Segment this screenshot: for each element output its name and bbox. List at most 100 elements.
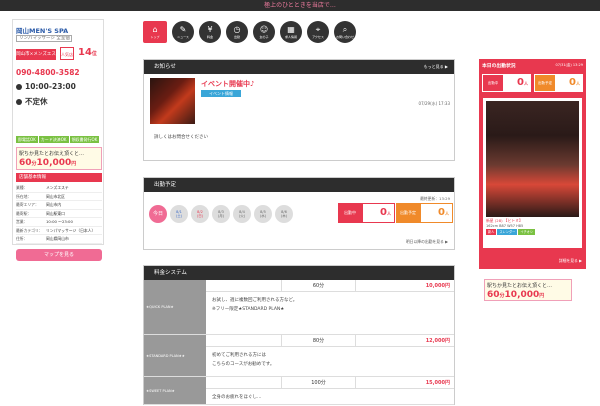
plan-detail: 80分 12,000円 初めてご利用される方にはこちらのコースがお勧めです。 <box>206 335 454 376</box>
girl-tags: 新人 スレンダー イチオシ <box>486 229 579 235</box>
day-label: 今日 <box>152 210 163 217</box>
nav-news[interactable]: ✎ ニュース <box>172 21 194 43</box>
home-icon: ⌂ <box>152 25 158 34</box>
discount-promo[interactable]: 駅ちか見たとお伝え頂くと… 60分10,000円 <box>16 147 102 170</box>
day-button[interactable]: 8/2 (日) <box>191 205 209 223</box>
notice-more-link[interactable]: もっと見る ▶ <box>424 60 448 74</box>
phone-number[interactable]: 090-4800-3582 <box>16 68 80 77</box>
hours-text: 10:00-23:00 <box>25 82 76 91</box>
day-button[interactable]: 8/4 (火) <box>233 205 251 223</box>
shop-name[interactable]: 岡山MEN'S SPA <box>16 25 68 35</box>
day-today[interactable]: 今日 <box>149 205 167 223</box>
info-row: 最新カテゴリ： リンパマッサージ（日本人） <box>16 227 102 235</box>
nav-access[interactable]: ⌖ アクセス <box>307 21 329 43</box>
rank-number: 14 <box>78 47 92 58</box>
promo-amount: 10,000 <box>36 158 72 168</box>
plan-time-row: 60分 10,000円 <box>206 280 454 292</box>
plan-price: 10,000円 <box>425 283 450 289</box>
today-status-panel: 本日の出勤状況 07/31(金) 13:29 出勤中 0人 出勤予定 0人 新星 (… <box>479 59 586 269</box>
shop-tag: カード決済OK <box>38 136 69 143</box>
crown-icon: 人気店 <box>60 47 74 60</box>
girl-photo[interactable] <box>486 101 579 217</box>
search-icon: ⌕ <box>342 25 348 34</box>
phone-text[interactable]: 090-4800-3582 <box>16 68 80 77</box>
nav-price[interactable]: ¥ 料金 <box>199 21 221 43</box>
nav-girls[interactable]: ☺ 女の子 <box>253 21 275 43</box>
plan-description: 初めてご利用される方にはこちらのコースがお勧めです。 <box>206 347 454 373</box>
count-unit: 人 <box>576 81 580 86</box>
plan-time-row: 100分 15,000円 <box>206 377 454 389</box>
day-weekday: (月) <box>217 214 225 218</box>
plan-price: 15,000円 <box>425 380 450 386</box>
map-button[interactable]: マップを見る <box>16 249 102 261</box>
day-button[interactable]: 8/5 (水) <box>254 205 272 223</box>
plan-row: ★QUICK PLAN★ 60分 10,000円 お試し、週に複数回ご利用される方… <box>144 280 454 335</box>
today-upcoming-count: 出勤予定 0人 <box>534 74 583 92</box>
girl-tag: スレンダー <box>497 229 518 235</box>
info-value: メンズエステ <box>46 185 69 190</box>
notice-body: 詳しくはお問合せください <box>154 135 208 140</box>
ranking-box: 岡山市×メンズエステ 人気店 14位 <box>16 47 102 68</box>
info-row: 住所： 岡山県岡山市 <box>16 235 102 244</box>
working-value: 0 <box>380 207 387 218</box>
yen-icon: ¥ <box>207 25 213 34</box>
promo-minutes: 60 <box>19 158 32 168</box>
info-key: 最寄駅： <box>16 210 32 216</box>
plan-desc-line: ※フリー限定★STANDARD PLAN★ <box>212 307 285 312</box>
holiday-text: 不定休 <box>25 97 48 106</box>
notice-panel: お知らせ もっと見る ▶ イベント開催中♪ イベント情報 07/29(水) 17:… <box>143 59 455 161</box>
girl-tag: イチオシ <box>518 229 536 235</box>
plan-desc-line: こちらのコースがお勧めです。 <box>212 362 275 367</box>
notice-date: 07/29(水) 17:33 <box>418 101 450 106</box>
rank-unit: 位 <box>91 51 97 57</box>
plan-detail: 60分 10,000円 お試し、週に複数回ご利用される方など。 ※フリー限定★STA… <box>206 280 454 334</box>
day-date: 8/4 <box>239 209 245 214</box>
count-unit: 人 <box>387 211 391 216</box>
plan-name: ★STANDARD PLAN★★ <box>144 335 206 376</box>
plan-time-row: 80分 12,000円 <box>206 335 454 347</box>
plan-description: お試し、週に複数回ご利用される方など。 ※フリー限定★STANDARD PLAN★ <box>206 292 454 318</box>
nav-contact[interactable]: ⌕ お問い合わせ <box>334 21 356 43</box>
notice-title[interactable]: イベント開催中♪ <box>201 79 254 89</box>
plan-desc-line: 初めてご利用される方には <box>212 353 266 358</box>
today-working-label: 出勤中 <box>483 75 503 91</box>
day-button[interactable]: 8/1 (土) <box>170 205 188 223</box>
promo-price: 60分10,000円 <box>19 158 99 168</box>
nav-top[interactable]: ⌂ トップ <box>143 21 167 43</box>
top-banner: 極上のひとときを当店で… <box>0 0 600 11</box>
schedule-panel: 出勤予定 最終更新：13:29 今日 8/1 (土) 8/2 (日) 8/3 (月) … <box>143 177 455 250</box>
rank-value: 14位 <box>78 47 97 58</box>
day-button[interactable]: 8/6 (木) <box>275 205 293 223</box>
girl-card[interactable]: 新星 (28) 【ヒトミ】 162cm B87 W57 H85 新人 スレンダーイ… <box>483 98 582 248</box>
rank-label: 岡山市×メンズエステ <box>16 49 56 68</box>
nav-schedule[interactable]: ◷ 出勤 <box>226 21 248 43</box>
info-key: 最寄エリア： <box>16 202 39 207</box>
nav-label: アクセス <box>312 35 324 39</box>
schedule-more-link[interactable]: 明日以降の出勤を見る ▶ <box>406 239 448 245</box>
info-row: 所在地： 岡山市北区 <box>16 193 102 201</box>
day-date: 8/1 <box>176 209 182 214</box>
info-value: 岡山駅東口 <box>46 210 65 216</box>
nav-recruit[interactable]: ▦ 求人情報 <box>280 21 302 43</box>
promo-text: 駅ちか見たとお伝え頂くと… <box>487 283 553 289</box>
plan-price: 12,000円 <box>425 338 450 344</box>
nav-label: トップ <box>150 35 160 39</box>
shop-tags: 即電話OK カード決済OK 領収書発行OK <box>16 126 102 145</box>
today-updated: 07/31(金) 13:29 <box>555 63 583 67</box>
notice-thumbnail[interactable] <box>150 78 195 124</box>
notice-category-tag: イベント情報 <box>201 90 241 97</box>
info-value: 10:00 ～23:00 <box>46 219 73 224</box>
plan-minutes: 80分 <box>281 335 356 346</box>
right-discount-promo[interactable]: 駅ちか見たとお伝え頂くと… 60分10,000円 <box>484 279 572 301</box>
plan-minutes: 60分 <box>281 280 356 291</box>
working-value-box: 0人 <box>362 203 395 223</box>
info-value: 岡山市北区 <box>46 193 65 199</box>
nav-label: ニュース <box>177 35 189 39</box>
today-detail-link[interactable]: 詳細を見る ▶ <box>559 258 582 264</box>
price-panel: 料金システム ★QUICK PLAN★ 60分 10,000円 お試し、週に複数回… <box>143 265 455 405</box>
person-icon: ☺ <box>259 25 269 34</box>
day-button[interactable]: 8/3 (月) <box>212 205 230 223</box>
top-banner-text: 極上のひとときを当店で… <box>264 2 336 9</box>
plan-row: ★STANDARD PLAN★★ 80分 12,000円 初めてご利用される方には… <box>144 335 454 377</box>
nav-label: お問い合わせ <box>335 35 354 39</box>
